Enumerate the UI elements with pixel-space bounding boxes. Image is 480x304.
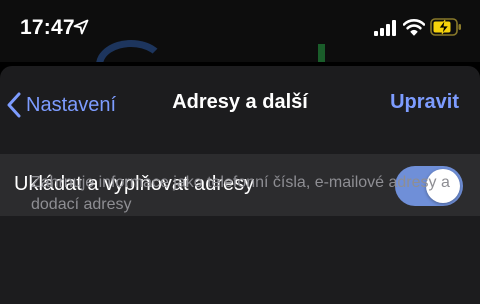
section-footer-note: Zahrnuje informace jako telefonní čísla,… <box>31 174 450 213</box>
background-app-peek <box>96 40 166 62</box>
back-button-label: Nastavení <box>26 93 117 116</box>
battery-charging-icon <box>430 18 461 36</box>
navigation-bar: Nastavení Adresy a další Upravit <box>0 66 480 142</box>
edit-button[interactable]: Upravit <box>390 91 459 114</box>
status-time: 17:47 <box>20 16 75 39</box>
status-bar: 17:47 <box>0 0 480 62</box>
wifi-icon <box>403 19 425 36</box>
background-app-peek-accent <box>318 44 325 62</box>
cellular-signal-icon <box>374 20 396 36</box>
page-title: Adresy a další <box>172 91 308 113</box>
back-button[interactable]: Nastavení <box>6 90 116 120</box>
location-arrow-icon <box>73 19 89 35</box>
chevron-left-icon <box>7 92 21 118</box>
